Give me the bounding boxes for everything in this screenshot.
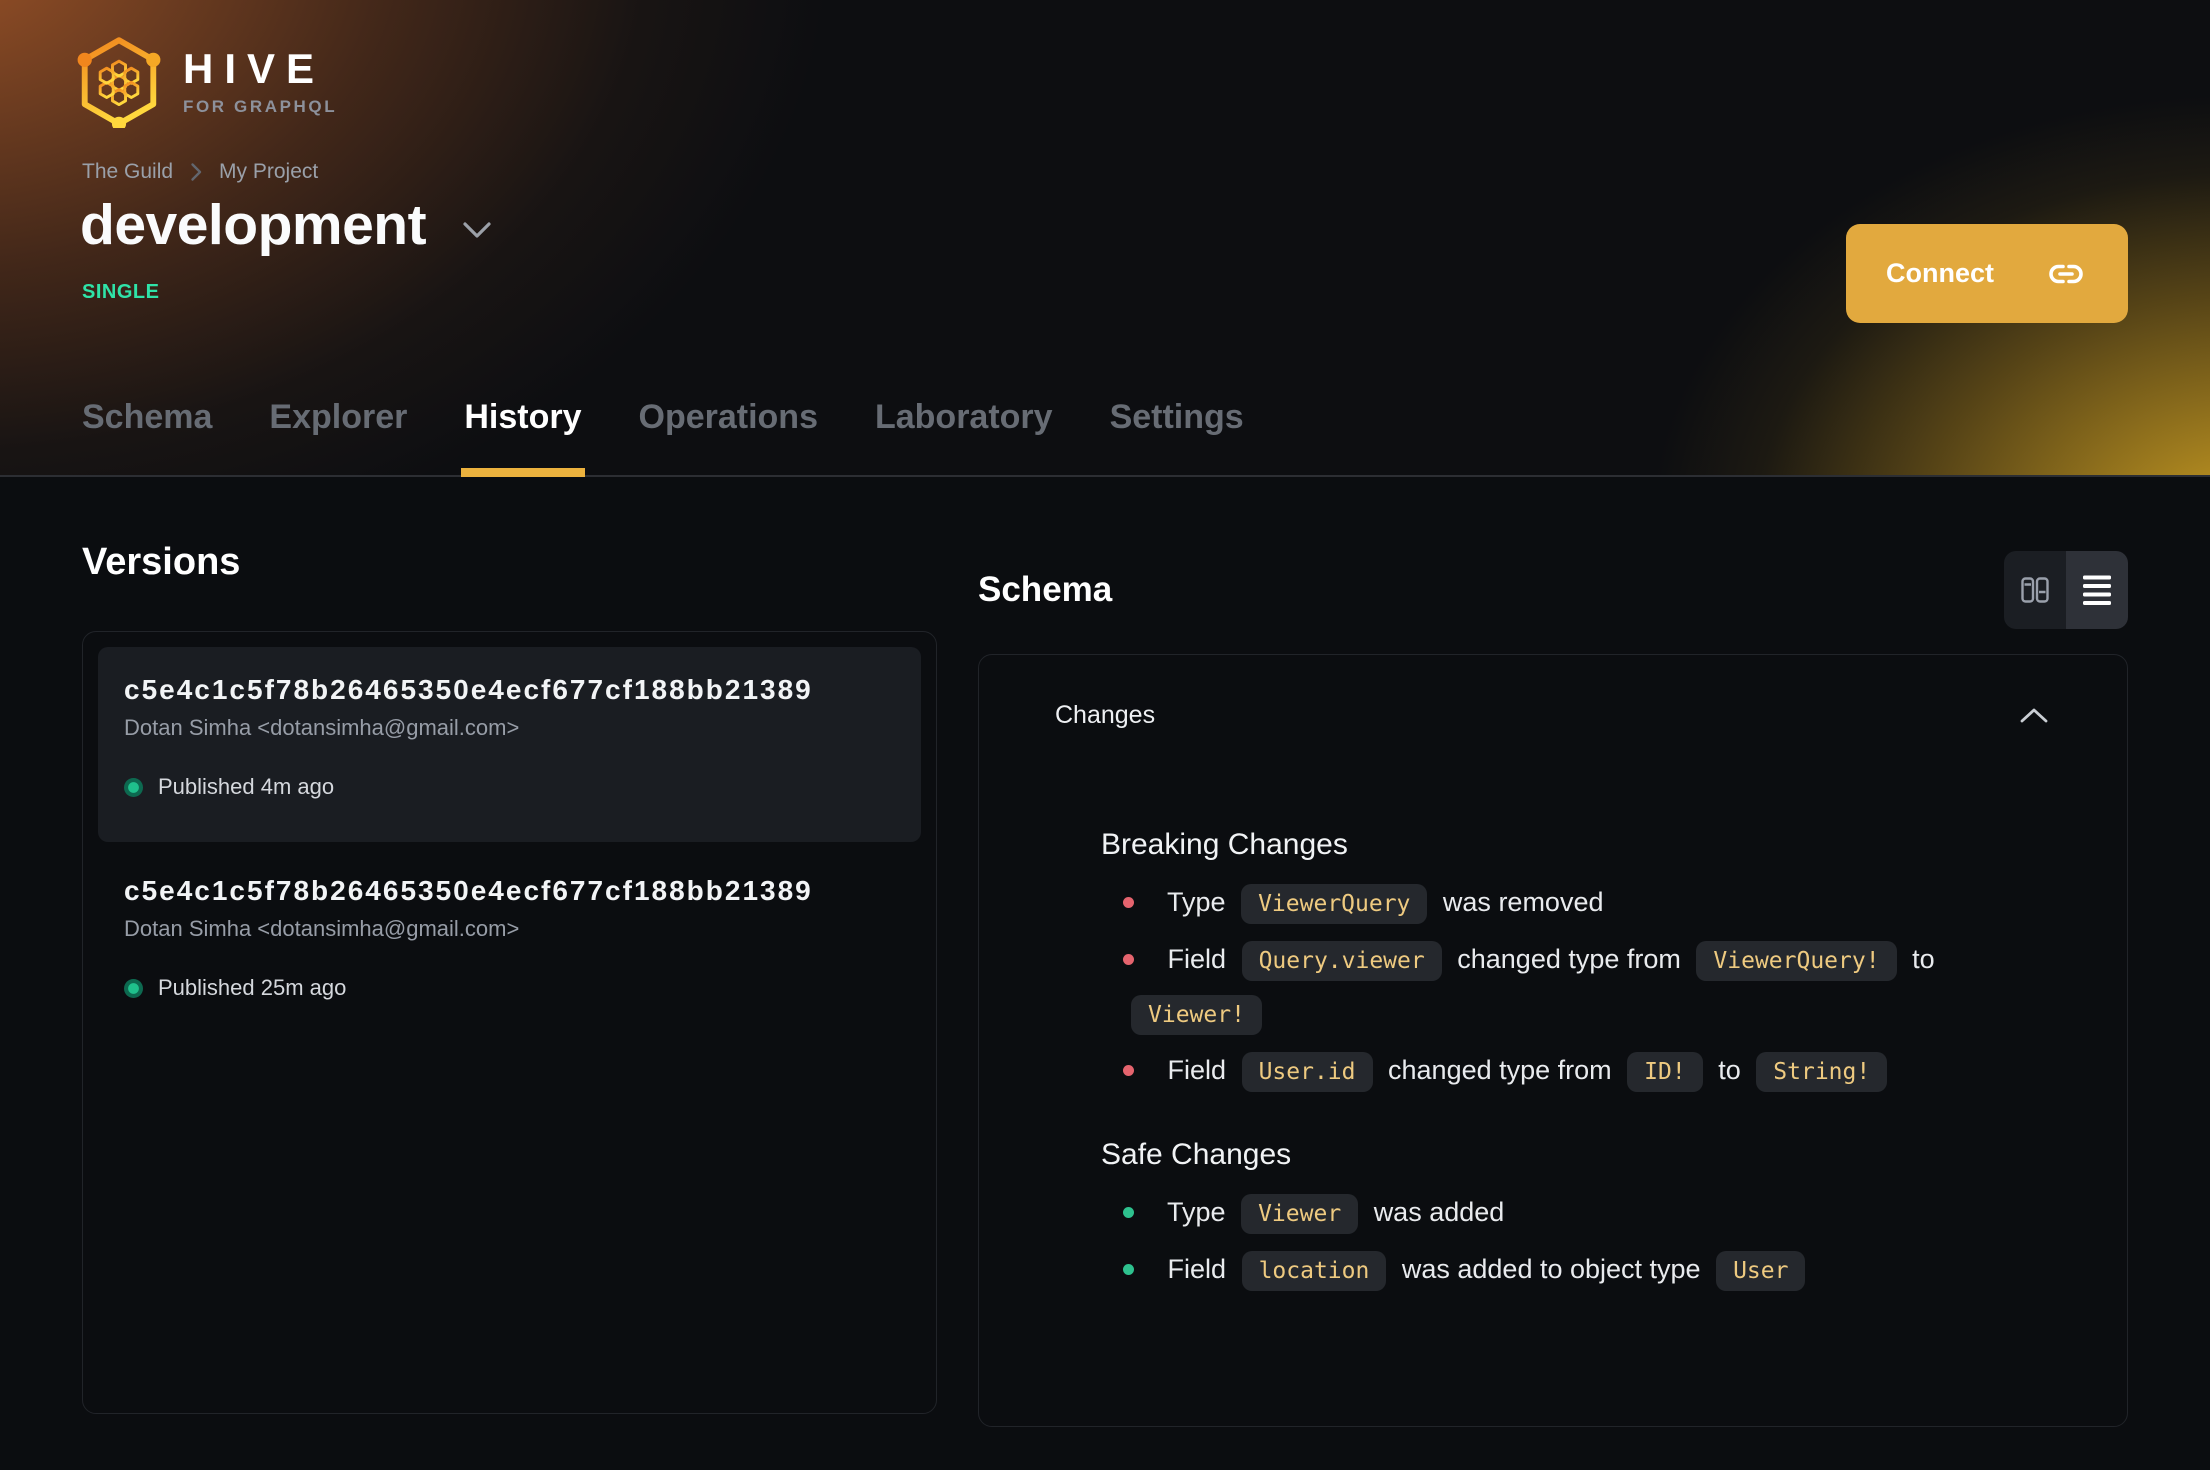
change-text: was added	[1373, 1197, 1505, 1228]
change-item: Field User.id changed type from ID! to S…	[1123, 1044, 2071, 1098]
safe-bullet-icon	[1123, 1207, 1134, 1219]
connect-label: Connect	[1886, 258, 1994, 288]
safe-changes-heading: Safe Changes	[1101, 1138, 1292, 1172]
brand-name: HIVE	[183, 44, 326, 92]
code-chip: Query.viewer	[1241, 941, 1442, 982]
change-text: Field	[1167, 1254, 1227, 1285]
versions-panel: c5e4c1c5f78b26465350e4ecf677cf188bb21389…	[82, 631, 937, 1414]
breaking-changes-list: Type ViewerQuery was removed Field Query…	[1123, 876, 2071, 1098]
change-text: Type	[1167, 1197, 1226, 1228]
change-text: changed type from	[1388, 1055, 1612, 1086]
change-text: Type	[1167, 887, 1226, 918]
list-view-button[interactable]	[2066, 551, 2128, 630]
brand-tagline: FOR GRAPHQL	[183, 96, 338, 116]
change-text: was removed	[1442, 887, 1604, 918]
tab-settings[interactable]: Settings	[1110, 398, 1244, 477]
target-tabs: Schema Explorer History Operations Labor…	[82, 398, 1244, 477]
change-text: to	[1718, 1055, 1741, 1086]
code-chip: User.id	[1241, 1052, 1373, 1093]
versions-column: Versions c5e4c1c5f78b26465350e4ecf677cf1…	[82, 541, 937, 1427]
version-card[interactable]: c5e4c1c5f78b26465350e4ecf677cf188bb21389…	[98, 647, 921, 842]
breaking-bullet-icon	[1123, 897, 1134, 909]
breaking-changes-section: Breaking Changes Type ViewerQuery was re…	[1101, 828, 2071, 1098]
version-status-text: Published 4m ago	[158, 774, 335, 799]
breaking-changes-heading: Breaking Changes	[1101, 828, 1348, 862]
brand-text: HIVE FOR GRAPHQL	[183, 44, 338, 117]
safe-bullet-icon	[1123, 1264, 1134, 1276]
changes-collapse-header[interactable]: Changes	[979, 655, 2127, 730]
code-chip: location	[1241, 1251, 1387, 1292]
change-text: Field	[1167, 944, 1227, 975]
versions-heading: Versions	[82, 541, 241, 583]
tab-laboratory[interactable]: Laboratory	[875, 398, 1053, 477]
version-author: Dotan Simha <dotansimha@gmail.com>	[124, 916, 520, 941]
page-header: HIVE FOR GRAPHQL The Guild My Project de…	[0, 0, 2210, 477]
code-chip: Viewer!	[1131, 995, 1262, 1036]
chevron-down-icon	[463, 222, 491, 238]
change-item: Field location was added to object type …	[1123, 1243, 2071, 1297]
code-chip: ID!	[1627, 1052, 1703, 1093]
schema-view-toggle	[2004, 551, 2128, 630]
list-view-icon	[2083, 575, 2111, 606]
breadcrumb-project[interactable]: My Project	[219, 160, 318, 184]
changes-label: Changes	[1055, 701, 1156, 730]
tab-operations[interactable]: Operations	[639, 398, 818, 477]
hive-logo[interactable]: HIVE FOR GRAPHQL	[77, 36, 337, 128]
tab-explorer[interactable]: Explorer	[269, 398, 407, 477]
code-chip: ViewerQuery!	[1696, 941, 1897, 982]
change-text: Field	[1167, 1055, 1227, 1086]
changes-panel: Changes Breaking Changes Type ViewerQuer…	[978, 654, 2128, 1428]
schema-heading: Schema	[978, 570, 1113, 610]
version-status-text: Published 25m ago	[158, 975, 347, 1000]
breadcrumb-org[interactable]: The Guild	[82, 160, 173, 184]
safe-changes-section: Safe Changes Type Viewer was added Field…	[1101, 1138, 2071, 1297]
tab-history[interactable]: History	[461, 398, 585, 477]
code-chip: Viewer	[1241, 1194, 1359, 1235]
target-switcher[interactable]	[462, 211, 492, 239]
change-text: changed type from	[1457, 944, 1681, 975]
main-content: Versions c5e4c1c5f78b26465350e4ecf677cf1…	[0, 477, 2210, 1428]
schema-column: Schema Changes Breaking Changes Type Vie…	[978, 541, 2128, 1428]
published-dot-icon	[124, 978, 143, 998]
change-item: Type ViewerQuery was removed	[1123, 876, 2071, 930]
code-chip: User	[1716, 1251, 1806, 1292]
version-author: Dotan Simha <dotansimha@gmail.com>	[124, 715, 520, 740]
change-item: Field Query.viewer changed type from Vie…	[1123, 933, 2071, 1041]
change-item: Type Viewer was added	[1123, 1186, 2071, 1240]
version-hash: c5e4c1c5f78b26465350e4ecf677cf188bb21389	[124, 875, 813, 906]
breadcrumb: The Guild My Project	[82, 160, 318, 184]
hive-logo-icon	[77, 37, 161, 128]
breaking-bullet-icon	[1123, 1065, 1134, 1077]
version-hash: c5e4c1c5f78b26465350e4ecf677cf188bb21389	[124, 674, 813, 705]
change-text: was added to object type	[1401, 1254, 1701, 1285]
chevron-right-icon	[190, 162, 202, 182]
tab-schema[interactable]: Schema	[82, 398, 212, 477]
connect-button[interactable]: Connect	[1846, 224, 2128, 323]
link-icon	[2049, 264, 2083, 283]
code-chip: ViewerQuery	[1241, 884, 1428, 925]
breaking-bullet-icon	[1123, 954, 1134, 966]
published-dot-icon	[124, 777, 143, 797]
columns-view-button[interactable]	[2004, 551, 2066, 630]
columns-view-icon	[2021, 577, 2049, 603]
target-title: development	[80, 193, 427, 257]
chevron-up-icon	[2020, 708, 2048, 723]
target-mode-badge: SINGLE	[82, 281, 160, 303]
change-text: to	[1912, 944, 1935, 975]
safe-changes-list: Type Viewer was added Field location was…	[1123, 1186, 2071, 1297]
code-chip: String!	[1756, 1052, 1888, 1093]
version-card[interactable]: c5e4c1c5f78b26465350e4ecf677cf188bb21389…	[98, 848, 921, 1043]
